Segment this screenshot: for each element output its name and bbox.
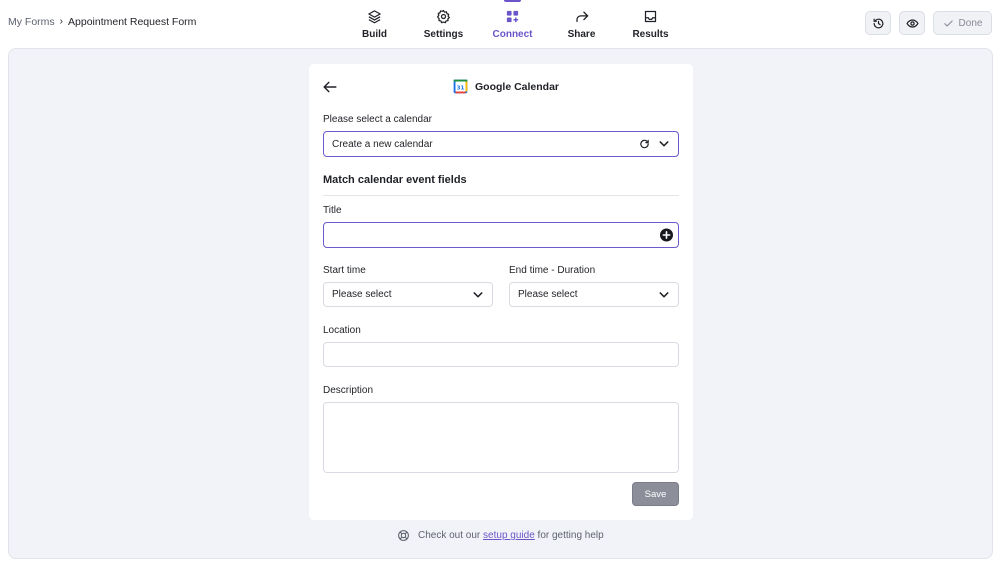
tab-share[interactable]: Share — [547, 0, 616, 46]
active-tab-indicator — [504, 0, 521, 2]
share-arrow-icon — [574, 8, 590, 24]
grid-plus-icon — [505, 8, 521, 24]
preview-button[interactable] — [899, 11, 925, 35]
tab-label: Results — [632, 29, 669, 40]
tab-label: Build — [362, 29, 387, 40]
breadcrumb-separator: › — [59, 16, 64, 27]
breadcrumb: My Forms › Appointment Request Form — [8, 16, 196, 28]
check-icon — [943, 18, 954, 29]
plus-icon — [662, 231, 671, 240]
start-time-select[interactable]: Please select — [323, 282, 493, 307]
gear-icon — [436, 8, 452, 24]
tab-label: Connect — [492, 29, 533, 40]
eye-icon — [905, 17, 919, 30]
done-button[interactable]: Done — [933, 11, 992, 35]
tab-connect[interactable]: Connect — [478, 0, 547, 46]
breadcrumb-my-forms[interactable]: My Forms — [8, 16, 55, 28]
arrow-left-icon — [323, 81, 337, 93]
chevron-down-icon — [659, 141, 669, 148]
tab-results[interactable]: Results — [616, 0, 685, 46]
help-suffix: for getting help — [537, 530, 604, 541]
tab-label: Share — [567, 29, 596, 40]
done-label: Done — [958, 17, 983, 29]
editor-canvas: 31 Google Calendar Please select a calen… — [8, 48, 993, 559]
back-button[interactable] — [323, 78, 341, 95]
section-divider — [323, 195, 679, 196]
end-time-value: Please select — [518, 289, 578, 300]
calendar-label: Please select a calendar — [323, 114, 432, 125]
help-prefix: Check out our — [418, 530, 481, 541]
history-icon — [872, 17, 885, 30]
section-title: Match calendar event fields — [323, 174, 467, 186]
setup-guide-link[interactable]: setup guide — [483, 530, 535, 541]
calendar-select-value: Create a new calendar — [332, 138, 433, 150]
breadcrumb-current-form: Appointment Request Form — [68, 16, 197, 28]
toolbar-actions: Done — [865, 11, 992, 35]
title-input[interactable] — [323, 222, 679, 248]
layers-icon — [367, 8, 383, 24]
main-nav: Build Settings Connect Share Results — [340, 0, 685, 46]
calendar-select[interactable]: Create a new calendar — [323, 131, 679, 157]
description-textarea[interactable] — [323, 402, 679, 473]
end-time-select[interactable]: Please select — [509, 282, 679, 307]
start-time-label: Start time — [323, 265, 366, 276]
card-title: 31 Google Calendar — [453, 78, 559, 95]
save-button[interactable]: Save — [632, 482, 679, 506]
integration-card: 31 Google Calendar Please select a calen… — [309, 64, 693, 520]
svg-text:31: 31 — [457, 86, 465, 92]
card-header: 31 Google Calendar — [323, 78, 679, 95]
chevron-down-icon — [473, 291, 483, 298]
tab-build[interactable]: Build — [340, 0, 409, 46]
top-bar: My Forms › Appointment Request Form Buil… — [0, 0, 1000, 46]
refresh-icon[interactable] — [639, 139, 650, 150]
tab-settings[interactable]: Settings — [409, 0, 478, 46]
inbox-icon — [643, 8, 659, 24]
lifebuoy-icon — [397, 529, 410, 542]
google-calendar-icon: 31 — [453, 79, 468, 94]
location-label: Location — [323, 325, 361, 336]
history-button[interactable] — [865, 11, 891, 35]
location-input[interactable] — [323, 342, 679, 367]
description-label: Description — [323, 385, 374, 396]
title-label: Title — [323, 205, 342, 216]
tab-label: Settings — [423, 29, 464, 40]
start-time-value: Please select — [332, 289, 392, 300]
card-title-text: Google Calendar — [475, 80, 560, 93]
add-field-button[interactable] — [660, 228, 673, 242]
help-footer: Check out our setup guide for getting he… — [397, 529, 604, 542]
end-time-label: End time - Duration — [509, 265, 596, 276]
chevron-down-icon — [659, 291, 669, 298]
